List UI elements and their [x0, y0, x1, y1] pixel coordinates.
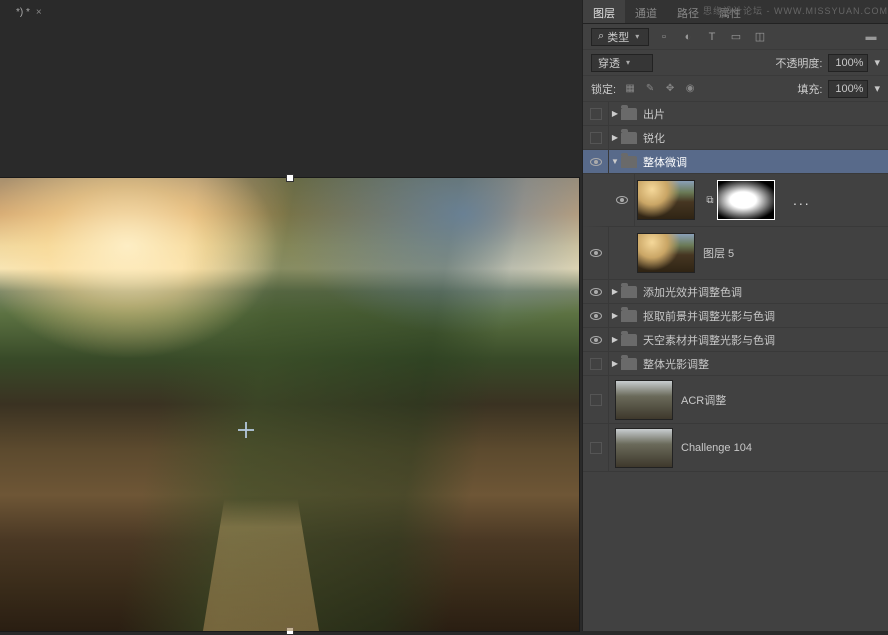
fill-label: 填充: — [797, 81, 822, 97]
transform-handle-top[interactable] — [286, 174, 294, 182]
folder-icon — [621, 156, 637, 168]
visibility-toggle[interactable] — [590, 358, 602, 370]
visibility-toggle[interactable] — [590, 108, 602, 120]
layer-name[interactable]: 抠取前景并调整光影与色调 — [643, 308, 775, 324]
fill-input[interactable]: 100% — [828, 80, 868, 98]
folder-icon — [621, 310, 637, 322]
chevron-down-icon: ▾ — [635, 32, 639, 41]
watermark-text: 思缘设计论坛 - WWW.MISSYUAN.COM — [703, 4, 888, 17]
disclosure-triangle-icon[interactable]: ▶ — [609, 335, 621, 344]
layer-5[interactable]: 图层 5 — [583, 227, 888, 280]
layer-group-output[interactable]: ▶ 出片 — [583, 102, 888, 126]
eye-icon[interactable] — [590, 158, 602, 166]
layer-challenge[interactable]: Challenge 104 — [583, 424, 888, 472]
disclosure-triangle-icon[interactable]: ▶ — [609, 311, 621, 320]
document-tab-bar: *) * × — [0, 0, 582, 24]
layer-group-global-light[interactable]: ▶ 整体光影调整 — [583, 352, 888, 376]
fill-value: 100% — [835, 83, 863, 95]
layer-name[interactable]: Challenge 104 — [681, 442, 752, 454]
canvas-image[interactable] — [0, 178, 579, 631]
disclosure-triangle-icon[interactable]: ▶ — [609, 133, 621, 142]
layer-name[interactable]: 添加光效并调整色调 — [643, 284, 742, 300]
eye-icon[interactable] — [590, 336, 602, 344]
lock-fill-row: 锁定: ▦ ✎ ✥ ◉ 填充: 100% ▾ — [583, 76, 888, 102]
lock-label: 锁定: — [591, 81, 616, 97]
layer-name[interactable]: 整体光影调整 — [643, 356, 709, 372]
close-icon[interactable]: × — [36, 7, 42, 18]
visibility-toggle[interactable] — [590, 132, 602, 144]
folder-icon — [621, 358, 637, 370]
layer-filter-type[interactable]: ⌕ 类型 ▾ — [591, 28, 649, 46]
eye-icon[interactable] — [590, 249, 602, 257]
lock-transparency-icon[interactable]: ▦ — [622, 81, 638, 97]
disclosure-triangle-icon[interactable]: ▶ — [609, 109, 621, 118]
filter-type-label: 类型 — [607, 29, 629, 45]
document-tab-label: *) * — [16, 7, 30, 18]
layer-masked-child[interactable]: ⧉ ... — [583, 174, 888, 227]
layer-acr[interactable]: ACR调整 — [583, 376, 888, 424]
eye-icon[interactable] — [616, 196, 628, 204]
layer-name[interactable]: 整体微调 — [643, 154, 687, 170]
layer-group-overall-adjust[interactable]: ▼ 整体微调 — [583, 150, 888, 174]
lock-pixels-icon[interactable]: ✎ — [642, 81, 658, 97]
blend-opacity-row: 穿透 ▾ 不透明度: 100% ▾ — [583, 50, 888, 76]
filter-shape-icon[interactable]: ▭ — [727, 28, 745, 46]
opacity-label: 不透明度: — [775, 55, 822, 71]
chevron-down-icon: ▾ — [626, 58, 630, 67]
lock-position-icon[interactable]: ✥ — [662, 81, 678, 97]
layer-filter-row: ⌕ 类型 ▾ ▫ ◐ T ▭ ◫ ▬ — [583, 24, 888, 50]
search-icon: ⌕ — [598, 30, 604, 43]
layer-name[interactable]: 天空素材并调整光影与色调 — [643, 332, 775, 348]
opacity-input[interactable]: 100% — [828, 54, 868, 72]
lock-all-icon[interactable]: ◉ — [682, 81, 698, 97]
layer-thumbnail[interactable] — [615, 380, 673, 420]
disclosure-triangle-icon[interactable]: ▼ — [609, 157, 621, 166]
blend-mode-value: 穿透 — [598, 55, 620, 71]
panel-tab-bar: 图层 通道 路径 属性 思缘设计论坛 - WWW.MISSYUAN.COM — [583, 0, 888, 24]
disclosure-triangle-icon[interactable]: ▶ — [609, 359, 621, 368]
layer-group-lightfx[interactable]: ▶ 添加光效并调整色调 — [583, 280, 888, 304]
tab-channels[interactable]: 通道 — [625, 0, 667, 23]
folder-icon — [621, 132, 637, 144]
filter-pixel-icon[interactable]: ▫ — [655, 28, 673, 46]
eye-icon[interactable] — [590, 312, 602, 320]
eye-icon[interactable] — [590, 288, 602, 296]
blend-mode-select[interactable]: 穿透 ▾ — [591, 54, 653, 72]
filter-type-icon[interactable]: T — [703, 28, 721, 46]
filter-toggle-icon[interactable]: ▬ — [862, 28, 880, 46]
layers-list[interactable]: ▶ 出片 ▶ 锐化 ▼ 整体微调 ⧉ — [583, 102, 888, 631]
layer-thumbnail[interactable] — [637, 233, 695, 273]
visibility-toggle[interactable] — [590, 394, 602, 406]
disclosure-triangle-icon[interactable]: ▶ — [609, 287, 621, 296]
opacity-value: 100% — [835, 57, 863, 69]
layer-name[interactable]: 锐化 — [643, 130, 665, 146]
layer-group-foreground[interactable]: ▶ 抠取前景并调整光影与色调 — [583, 304, 888, 328]
transform-center-icon[interactable] — [238, 422, 254, 438]
tab-layers[interactable]: 图层 — [583, 0, 625, 23]
layer-thumbnail[interactable] — [615, 428, 673, 468]
layer-name[interactable]: 出片 — [643, 106, 665, 122]
layers-panel: 图层 通道 路径 属性 思缘设计论坛 - WWW.MISSYUAN.COM ⌕ … — [582, 0, 888, 631]
link-icon[interactable]: ⧉ — [703, 195, 717, 206]
filter-adjustment-icon[interactable]: ◐ — [679, 28, 697, 46]
filter-smart-icon[interactable]: ◫ — [751, 28, 769, 46]
lock-icons-group: ▦ ✎ ✥ ◉ — [622, 81, 698, 97]
folder-icon — [621, 108, 637, 120]
layer-group-sharpen[interactable]: ▶ 锐化 — [583, 126, 888, 150]
canvas-area[interactable]: *) * × — [0, 0, 582, 631]
layer-name[interactable]: 图层 5 — [703, 245, 734, 261]
layer-thumbnail[interactable] — [637, 180, 695, 220]
layer-effects-icon[interactable]: ... — [793, 192, 811, 208]
transform-handle-bottom[interactable] — [286, 627, 294, 635]
chevron-down-icon[interactable]: ▾ — [874, 82, 880, 95]
document-tab[interactable]: *) * × — [10, 5, 48, 20]
visibility-toggle[interactable] — [590, 442, 602, 454]
folder-icon — [621, 286, 637, 298]
layer-group-sky[interactable]: ▶ 天空素材并调整光影与色调 — [583, 328, 888, 352]
chevron-down-icon[interactable]: ▾ — [874, 56, 880, 69]
layer-name[interactable]: ACR调整 — [681, 392, 726, 408]
folder-icon — [621, 334, 637, 346]
mask-thumbnail[interactable] — [717, 180, 775, 220]
